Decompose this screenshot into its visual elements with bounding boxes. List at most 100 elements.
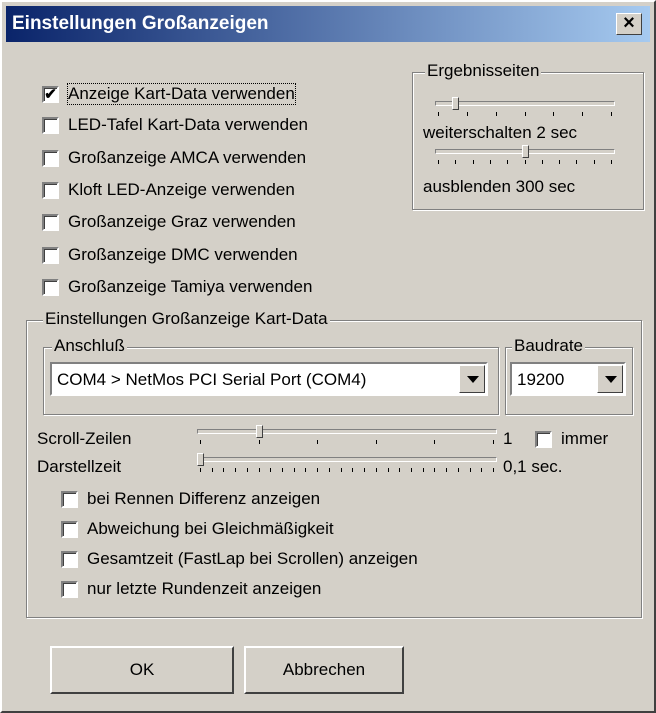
option-kartdata-display[interactable]: ✔ Anzeige Kart-Data verwenden [42,83,296,105]
option-total-time[interactable]: Gesamtzeit (FastLap bei Scrollen) anzeig… [61,549,418,569]
slider-ticks [197,440,497,444]
results-pages-group: Ergebnisseiten weiterschalten 2 sec ausb… [412,61,644,210]
option-led-board[interactable]: LED-Tafel Kart-Data verwenden [42,115,308,135]
slider-tick [411,468,412,472]
option-label: nur letzte Rundenzeit anzeigen [87,579,322,598]
checkbox-kartdata-display[interactable]: ✔ [42,85,59,103]
slider-tick [490,160,491,164]
slider-tick [235,468,236,472]
checkbox-race-difference[interactable] [61,490,78,508]
slider-tick [423,468,424,472]
scroll-lines-slider[interactable] [197,425,497,445]
slider-tick [525,160,526,164]
slider-tick [294,468,295,472]
slider-tick [467,112,468,116]
advance-slider[interactable] [435,97,615,117]
option-label: Gesamtzeit (FastLap bei Scrollen) anzeig… [87,549,418,568]
display-time-slider[interactable] [197,453,497,473]
option-race-difference[interactable]: bei Rennen Differenz anzeigen [61,489,320,509]
slider-tick [223,468,224,472]
slider-thumb[interactable] [197,453,204,466]
baud-select[interactable]: 19200 [510,362,626,396]
ok-button[interactable]: OK [50,646,234,694]
slider-tick [200,468,201,472]
cancel-button[interactable]: Abbrechen [244,646,404,694]
chevron-down-icon[interactable] [459,365,485,393]
slider-tick [553,112,554,116]
slider-tick [525,112,526,116]
slider-tick [434,440,435,444]
results-pages-title: Ergebnisseiten [425,61,542,81]
option-kloft[interactable]: Kloft LED-Anzeige verwenden [42,180,295,200]
option-label: Großanzeige DMC verwenden [68,245,298,264]
option-tamiya[interactable]: Großanzeige Tamiya verwenden [42,277,312,297]
slider-tick [470,468,471,472]
option-label: Anzeige Kart-Data verwenden [67,83,296,105]
slider-tick [458,468,459,472]
baud-group-title: Baudrate [512,336,585,356]
slider-tick [438,160,439,164]
slider-tick [496,112,497,116]
slider-thumb[interactable] [256,425,263,438]
checkbox-last-laptime[interactable] [61,580,78,598]
chevron-down-icon[interactable] [597,365,623,393]
kartdata-group: Einstellungen Großanzeige Kart-Data Ansc… [26,309,642,618]
option-label: Abweichung bei Gleichmäßigkeit [87,519,334,538]
slider-track [197,429,497,434]
port-select[interactable]: COM4 > NetMos PCI Serial Port (COM4) [50,362,488,396]
option-label: Großanzeige Tamiya verwenden [68,277,313,296]
always-option[interactable]: immer [535,429,608,449]
slider-tick [399,468,400,472]
checkbox-tamiya[interactable] [42,278,59,296]
option-label: bei Rennen Differenz anzeigen [87,489,321,508]
option-last-laptime[interactable]: nur letzte Rundenzeit anzeigen [61,579,321,599]
option-regularity-deviation[interactable]: Abweichung bei Gleichmäßigkeit [61,519,334,539]
slider-thumb[interactable] [522,145,529,158]
slider-tick [341,468,342,472]
slider-tick [247,468,248,472]
slider-track [435,101,615,106]
option-label: Großanzeige Graz verwenden [68,212,296,231]
slider-tick [473,160,474,164]
slider-track [197,457,497,462]
slider-tick [259,440,260,444]
advance-label: weiterschalten 2 sec [423,123,578,142]
slider-tick [376,468,377,472]
port-group-title: Anschluß [52,336,127,356]
option-amca[interactable]: Großanzeige AMCA verwenden [42,148,306,168]
checkbox-regularity-deviation[interactable] [61,520,78,538]
checkbox-amca[interactable] [42,149,59,167]
fade-label: ausblenden 300 sec [423,177,576,196]
always-label: immer [561,429,609,448]
slider-tick [493,468,494,472]
option-dmc[interactable]: Großanzeige DMC verwenden [42,245,298,265]
checkbox-graz[interactable] [42,213,59,231]
close-button[interactable]: × [616,13,642,35]
slider-tick [455,160,456,164]
checkbox-total-time[interactable] [61,550,78,568]
slider-tick [270,468,271,472]
title-bar[interactable]: Einstellungen Großanzeigen × [6,6,650,42]
slider-tick [582,112,583,116]
slider-tick [305,468,306,472]
slider-tick [352,468,353,472]
slider-tick [376,440,377,444]
slider-tick [493,440,494,444]
checkbox-dmc[interactable] [42,246,59,264]
baud-value: 19200 [517,370,565,389]
checkbox-led-board[interactable] [42,116,59,134]
scroll-lines-label: Scroll-Zeilen [37,429,132,448]
slider-tick [364,468,365,472]
slider-tick [434,468,435,472]
fade-slider[interactable] [435,145,615,165]
checkbox-always[interactable] [535,430,552,448]
option-label: Kloft LED-Anzeige verwenden [68,180,295,199]
slider-tick [611,112,612,116]
slider-thumb[interactable] [452,97,459,110]
slider-ticks [197,468,497,472]
slider-tick [576,160,577,164]
checkbox-kloft[interactable] [42,181,59,199]
option-graz[interactable]: Großanzeige Graz verwenden [42,212,296,232]
slider-tick [388,468,389,472]
slider-tick [542,160,543,164]
